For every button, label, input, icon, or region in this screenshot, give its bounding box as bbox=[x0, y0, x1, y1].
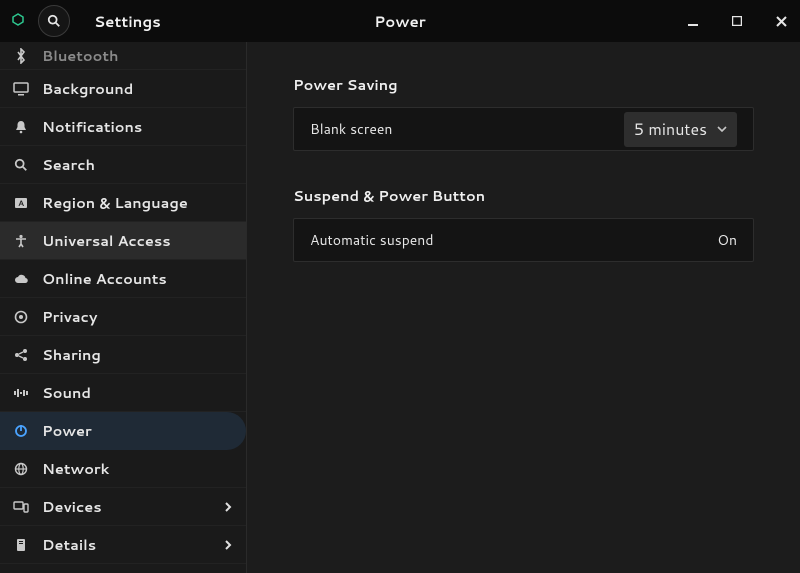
sidebar-item-sharing[interactable]: Sharing bbox=[0, 336, 246, 374]
sidebar-item-label: Universal Access bbox=[42, 230, 171, 251]
monitor-icon bbox=[12, 80, 30, 98]
minimize-button[interactable] bbox=[684, 12, 702, 30]
automatic-suspend-value: On bbox=[717, 230, 737, 250]
titlebar-left: Settings bbox=[0, 5, 161, 37]
sidebar-item-background[interactable]: Background bbox=[0, 70, 246, 108]
window-controls bbox=[684, 12, 790, 30]
sidebar-item-label: Network bbox=[42, 458, 109, 479]
maximize-button[interactable] bbox=[728, 12, 746, 30]
close-button[interactable] bbox=[772, 12, 790, 30]
devices-icon bbox=[12, 498, 30, 516]
privacy-icon bbox=[12, 308, 30, 326]
sidebar-item-label: Online Accounts bbox=[42, 268, 167, 289]
section-title-suspend: Suspend & Power Button bbox=[293, 185, 754, 206]
chevron-right-icon bbox=[224, 502, 232, 512]
titlebar: Settings Power bbox=[0, 0, 800, 42]
bluetooth-icon bbox=[12, 47, 30, 65]
sidebar-item-sound[interactable]: Sound bbox=[0, 374, 246, 412]
sidebar-item-label: Sound bbox=[42, 382, 91, 403]
sidebar-item-region[interactable]: A Region & Language bbox=[0, 184, 246, 222]
accessibility-icon bbox=[12, 232, 30, 250]
section-title-power-saving: Power Saving bbox=[293, 74, 754, 95]
power-icon bbox=[12, 422, 30, 440]
chevron-down-icon bbox=[717, 126, 727, 132]
search-icon bbox=[12, 156, 30, 174]
sidebar-item-network[interactable]: Network bbox=[0, 450, 246, 488]
sidebar-item-privacy[interactable]: Privacy bbox=[0, 298, 246, 336]
blank-screen-row[interactable]: Blank screen 5 minutes bbox=[294, 108, 753, 150]
sidebar-list: Bluetooth Background Notifications bbox=[0, 42, 246, 564]
automatic-suspend-label: Automatic suspend bbox=[310, 230, 433, 250]
sidebar-item-label: Bluetooth bbox=[42, 45, 119, 66]
sidebar-item-search[interactable]: Search bbox=[0, 146, 246, 184]
blank-screen-dropdown[interactable]: 5 minutes bbox=[624, 112, 737, 147]
sidebar-item-online-accounts[interactable]: Online Accounts bbox=[0, 260, 246, 298]
panel-title: Power bbox=[374, 11, 425, 32]
sidebar-item-power[interactable]: Power bbox=[0, 412, 246, 450]
sidebar-item-label: Privacy bbox=[42, 306, 97, 327]
info-icon bbox=[12, 536, 30, 554]
sidebar: Bluetooth Background Notifications bbox=[0, 42, 247, 573]
globe-icon bbox=[12, 460, 30, 478]
automatic-suspend-row[interactable]: Automatic suspend On bbox=[294, 219, 753, 261]
bell-icon bbox=[12, 118, 30, 136]
sound-icon bbox=[12, 384, 30, 402]
sidebar-item-bluetooth[interactable]: Bluetooth bbox=[0, 42, 246, 70]
activities-icon[interactable] bbox=[8, 11, 28, 31]
sidebar-item-label: Region & Language bbox=[42, 192, 188, 213]
sidebar-item-details[interactable]: Details bbox=[0, 526, 246, 564]
search-button[interactable] bbox=[38, 5, 70, 37]
app-title: Settings bbox=[94, 11, 161, 32]
blank-screen-value: 5 minutes bbox=[634, 118, 707, 141]
share-icon bbox=[12, 346, 30, 364]
svg-text:A: A bbox=[18, 197, 24, 209]
chevron-right-icon bbox=[224, 540, 232, 550]
sidebar-item-label: Devices bbox=[42, 496, 102, 517]
sidebar-item-label: Power bbox=[42, 420, 92, 441]
sidebar-item-label: Notifications bbox=[42, 116, 142, 137]
settings-window: Settings Power Bluetooth bbox=[0, 0, 800, 573]
sidebar-item-label: Background bbox=[42, 78, 133, 99]
window-body: Bluetooth Background Notifications bbox=[0, 42, 800, 573]
sidebar-item-label: Search bbox=[42, 154, 95, 175]
sidebar-item-label: Details bbox=[42, 534, 96, 555]
sidebar-item-label: Sharing bbox=[42, 344, 101, 365]
suspend-group: Automatic suspend On bbox=[293, 218, 754, 262]
sidebar-item-universal-access[interactable]: Universal Access bbox=[0, 222, 246, 260]
main-panel: Power Saving Blank screen 5 minutes Susp… bbox=[247, 42, 800, 573]
sidebar-item-notifications[interactable]: Notifications bbox=[0, 108, 246, 146]
sidebar-item-devices[interactable]: Devices bbox=[0, 488, 246, 526]
blank-screen-label: Blank screen bbox=[310, 119, 392, 139]
language-icon: A bbox=[12, 194, 30, 212]
cloud-icon bbox=[12, 270, 30, 288]
power-saving-group: Blank screen 5 minutes bbox=[293, 107, 754, 151]
